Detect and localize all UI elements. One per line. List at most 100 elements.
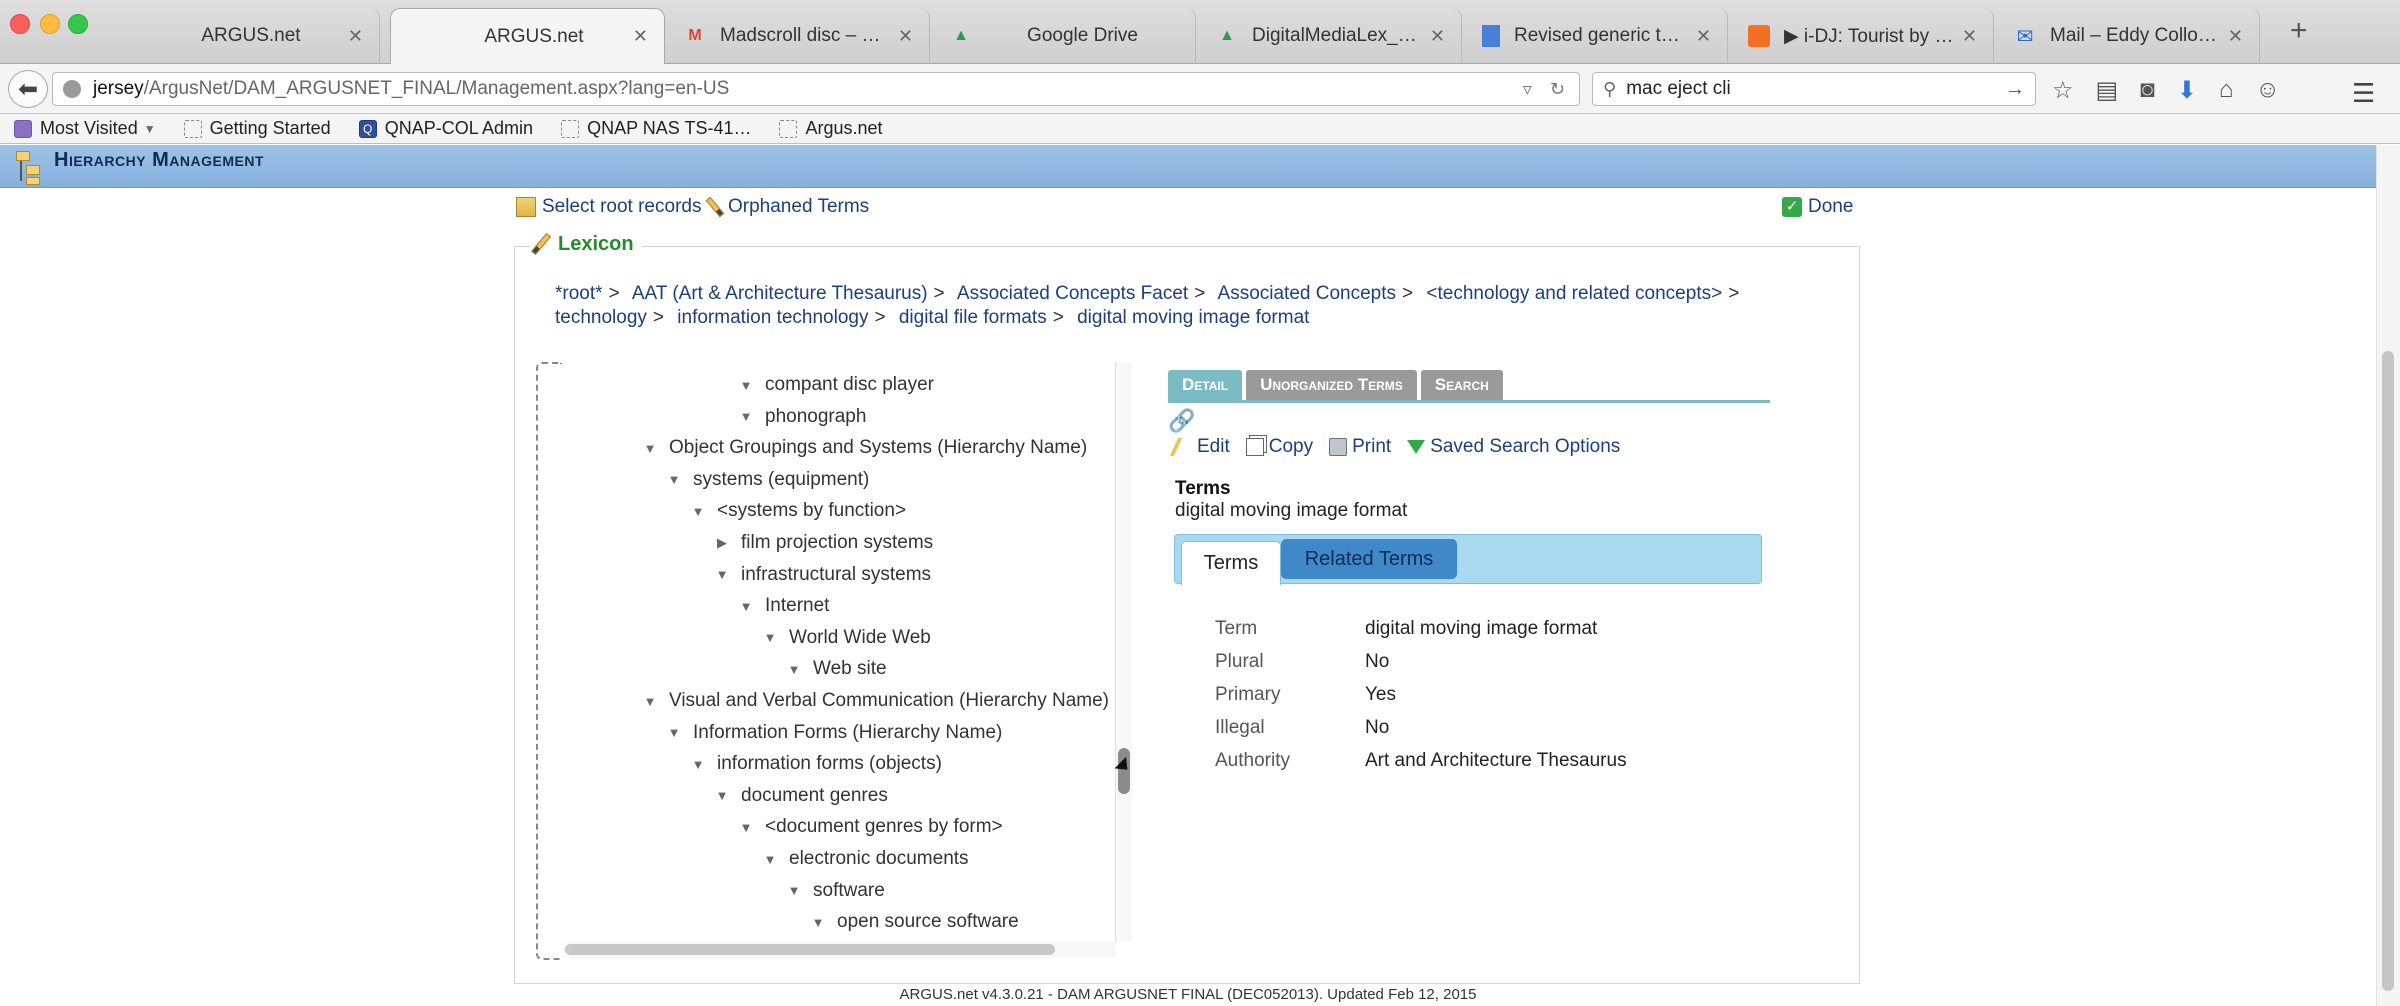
close-icon[interactable]: ✕ bbox=[2228, 26, 2243, 47]
breadcrumb-item[interactable]: *root* bbox=[555, 283, 603, 304]
collapse-arrow-icon[interactable]: ▼ bbox=[689, 757, 707, 772]
tree-node[interactable]: ▼ Information Forms (Hierarchy Name) bbox=[665, 720, 1003, 746]
new-tab-button[interactable]: + bbox=[2290, 14, 2308, 48]
breadcrumb-item[interactable]: information technology bbox=[677, 307, 868, 328]
tree-node-label[interactable]: document genres bbox=[741, 785, 888, 807]
reading-list-icon[interactable]: ▤ bbox=[2096, 76, 2119, 105]
tree-node[interactable]: ▼ information forms (objects) bbox=[689, 751, 942, 777]
search-bar[interactable]: ⚲ mac eject cli → bbox=[1592, 72, 2036, 106]
saved-search-options-button[interactable]: Saved Search Options bbox=[1407, 436, 1620, 458]
browser-tab-4[interactable]: ▲ Google Drive bbox=[934, 8, 1196, 64]
tree-node[interactable]: ▼ Object Groupings and Systems (Hierarchy… bbox=[641, 435, 1088, 461]
close-icon[interactable]: ✕ bbox=[1696, 26, 1711, 47]
tree-node[interactable]: ▼ infrastructural systems bbox=[713, 562, 931, 588]
reload-icon[interactable]: ↻ bbox=[1550, 79, 1565, 100]
tree-node-label[interactable]: information forms (objects) bbox=[717, 753, 942, 775]
url-bar[interactable]: jersey/ArgusNet/DAM_ARGUSNET_FINAL/Manag… bbox=[52, 72, 1580, 106]
breadcrumb-item[interactable]: AAT (Art & Architecture Thesaurus) bbox=[632, 283, 928, 304]
collapse-arrow-icon[interactable]: ▼ bbox=[785, 883, 803, 898]
bookmark-qnap-admin[interactable]: Q QNAP-COL Admin bbox=[358, 118, 533, 139]
window-close-button[interactable] bbox=[10, 14, 30, 34]
tree-node-label[interactable]: Internet bbox=[765, 595, 829, 617]
copy-button[interactable]: Copy bbox=[1245, 436, 1313, 458]
bookmark-getting-started[interactable]: Getting Started bbox=[183, 118, 331, 139]
tree-node[interactable]: ▼ electronic documents bbox=[761, 846, 969, 872]
collapse-arrow-icon[interactable]: ▼ bbox=[713, 567, 731, 582]
tree-node-label[interactable]: software bbox=[813, 880, 885, 902]
breadcrumb-item[interactable]: digital moving image format bbox=[1077, 307, 1309, 328]
tree-node-label[interactable]: Visual and Verbal Communication (Hierarc… bbox=[669, 690, 1109, 712]
tree-node[interactable]: ▼ document genres bbox=[713, 783, 888, 809]
back-button[interactable]: ⬅ bbox=[8, 70, 48, 108]
collapse-arrow-icon[interactable]: ▼ bbox=[785, 662, 803, 677]
search-input[interactable]: mac eject cli bbox=[1626, 78, 1731, 100]
tree-scrollbar[interactable] bbox=[1116, 362, 1132, 942]
bookmark-argus[interactable]: Argus.net bbox=[779, 118, 883, 139]
browser-tab-1[interactable]: ARGUS.net ✕ bbox=[110, 8, 380, 64]
tree-node-label[interactable]: Object Groupings and Systems (Hierarchy … bbox=[669, 437, 1087, 459]
tree-node[interactable]: ▼ compant disc player bbox=[737, 372, 934, 398]
download-icon[interactable]: ⬇ bbox=[2177, 76, 2197, 105]
breadcrumb-item[interactable]: digital file formats bbox=[899, 307, 1047, 328]
tab-detail[interactable]: Detail bbox=[1168, 370, 1243, 400]
tree-node[interactable]: ▼ Internet bbox=[737, 593, 830, 619]
tree-node[interactable]: ▼ open source software bbox=[809, 909, 1019, 935]
tree-node-label[interactable]: film projection systems bbox=[741, 532, 933, 554]
collapse-arrow-icon[interactable]: ▼ bbox=[641, 694, 659, 709]
tree-node-label[interactable]: <document genres by form> bbox=[765, 816, 1003, 838]
tree-node-label[interactable]: compant disc player bbox=[765, 374, 934, 396]
tree-node-label[interactable]: systems (equipment) bbox=[693, 469, 869, 491]
tree-node-label[interactable]: Web site bbox=[813, 658, 887, 680]
print-button[interactable]: Print bbox=[1329, 436, 1391, 458]
breadcrumb-item[interactable]: <technology and related concepts> bbox=[1426, 283, 1722, 304]
tree-node[interactable]: ▼ phonograph bbox=[737, 404, 867, 430]
bookmark-star-icon[interactable]: ☆ bbox=[2052, 76, 2074, 105]
tab-unorganized-terms[interactable]: Unorganized Terms bbox=[1246, 370, 1417, 400]
bookmark-most-visited[interactable]: Most Visited ▼ bbox=[14, 118, 156, 139]
close-icon[interactable]: ✕ bbox=[633, 26, 648, 47]
browser-tab-2[interactable]: ARGUS.net ✕ bbox=[390, 8, 665, 64]
collapse-arrow-icon[interactable]: ▼ bbox=[665, 472, 683, 487]
close-icon[interactable]: ✕ bbox=[898, 26, 913, 47]
tree-node-label[interactable]: <systems by function> bbox=[717, 500, 906, 522]
tree-node[interactable]: ▼ Visual and Verbal Communication (Hierar… bbox=[641, 688, 1109, 714]
tree-node[interactable]: ▼ <systems by function> bbox=[689, 498, 906, 524]
collapse-arrow-icon[interactable]: ▼ bbox=[689, 504, 707, 519]
collapse-arrow-icon[interactable]: ▼ bbox=[641, 441, 659, 456]
dropdown-icon[interactable]: ▿ bbox=[1523, 79, 1532, 100]
tree-node[interactable]: ▼ systems (equipment) bbox=[665, 467, 870, 493]
menu-icon[interactable]: ☰ bbox=[2352, 78, 2375, 109]
breadcrumb-item[interactable]: technology bbox=[555, 307, 647, 328]
expand-arrow-icon[interactable]: ▶ bbox=[713, 535, 731, 551]
search-go-icon[interactable]: → bbox=[2005, 78, 2035, 101]
orphaned-terms-link[interactable]: Orphaned Terms bbox=[705, 196, 869, 218]
browser-tab-3[interactable]: M Madscroll disc – edd… ✕ bbox=[668, 8, 930, 64]
window-minimize-button[interactable] bbox=[40, 14, 60, 34]
collapse-arrow-icon[interactable]: ▼ bbox=[737, 820, 755, 835]
collapse-arrow-icon[interactable]: ▼ bbox=[737, 378, 755, 393]
tree-horizontal-scrollbar[interactable] bbox=[563, 942, 1116, 958]
tree-node-label[interactable]: infrastructural systems bbox=[741, 564, 931, 586]
tree-node[interactable]: ▼ World Wide Web bbox=[761, 625, 931, 651]
done-button[interactable]: ✓ Done bbox=[1782, 196, 1853, 218]
tree-node-label[interactable]: Information Forms (Hierarchy Name) bbox=[693, 722, 1002, 744]
close-icon[interactable]: ✕ bbox=[1962, 26, 1977, 47]
tree-node[interactable]: ▼ Web site bbox=[785, 656, 887, 682]
collapse-arrow-icon[interactable]: ▼ bbox=[665, 725, 683, 740]
tree-node-label[interactable]: phonograph bbox=[765, 406, 866, 428]
tab-related-terms[interactable]: Related Terms bbox=[1281, 539, 1457, 579]
tree-node-label[interactable]: electronic documents bbox=[789, 848, 969, 870]
tab-search[interactable]: Search bbox=[1420, 370, 1503, 400]
breadcrumb-item[interactable]: Associated Concepts Facet bbox=[957, 283, 1188, 304]
tree-node-label[interactable]: World Wide Web bbox=[789, 627, 931, 649]
link-icon[interactable]: 🔗 bbox=[1168, 408, 1195, 434]
window-zoom-button[interactable] bbox=[68, 14, 88, 34]
collapse-arrow-icon[interactable]: ▼ bbox=[761, 852, 779, 867]
collapse-arrow-icon[interactable]: ▼ bbox=[713, 788, 731, 803]
tree-node-label[interactable]: open source software bbox=[837, 911, 1019, 933]
edit-button[interactable]: Edit bbox=[1169, 436, 1230, 458]
chat-icon[interactable]: ☺ bbox=[2255, 76, 2280, 105]
browser-tab-5[interactable]: ▲ DigitalMediaLex_06_… ✕ bbox=[1200, 8, 1462, 64]
close-icon[interactable]: ✕ bbox=[348, 26, 363, 47]
pocket-icon[interactable]: ◙ bbox=[2140, 76, 2155, 105]
